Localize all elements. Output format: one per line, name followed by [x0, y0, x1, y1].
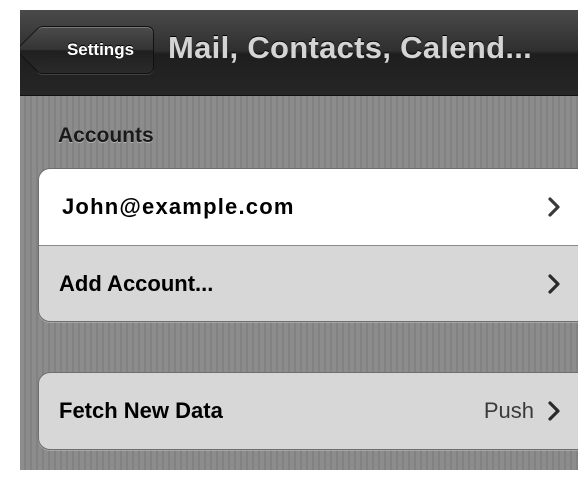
navigation-bar: Settings Mail, Contacts, Calend...: [20, 10, 578, 96]
fetch-new-data-label: Fetch New Data: [59, 398, 223, 423]
account-email-label: John@example.com: [62, 194, 295, 219]
accounts-section-header: Accounts: [58, 124, 154, 147]
page-title: Mail, Contacts, Calend...: [168, 30, 533, 65]
back-button-label: Settings: [66, 40, 135, 59]
fetch-group: Fetch New Data Push: [38, 372, 578, 450]
chevron-right-icon: [548, 273, 560, 294]
fetch-new-data-row[interactable]: Fetch New Data Push: [39, 373, 578, 449]
back-arrow-icon: [20, 27, 61, 73]
chevron-right-icon: [548, 401, 560, 421]
settings-back-button[interactable]: Settings: [20, 26, 154, 74]
add-account-label: Add Account...: [59, 270, 214, 296]
account-row-john[interactable]: John@example.com: [39, 169, 578, 245]
accounts-group: John@example.com Add Account...: [38, 168, 578, 322]
chevron-right-icon: [548, 197, 560, 217]
fetch-mode-value: Push: [483, 398, 534, 423]
add-account-row[interactable]: Add Account...: [39, 245, 578, 321]
settings-screen: Settings Mail, Contacts, Calend... Accou…: [20, 10, 578, 470]
